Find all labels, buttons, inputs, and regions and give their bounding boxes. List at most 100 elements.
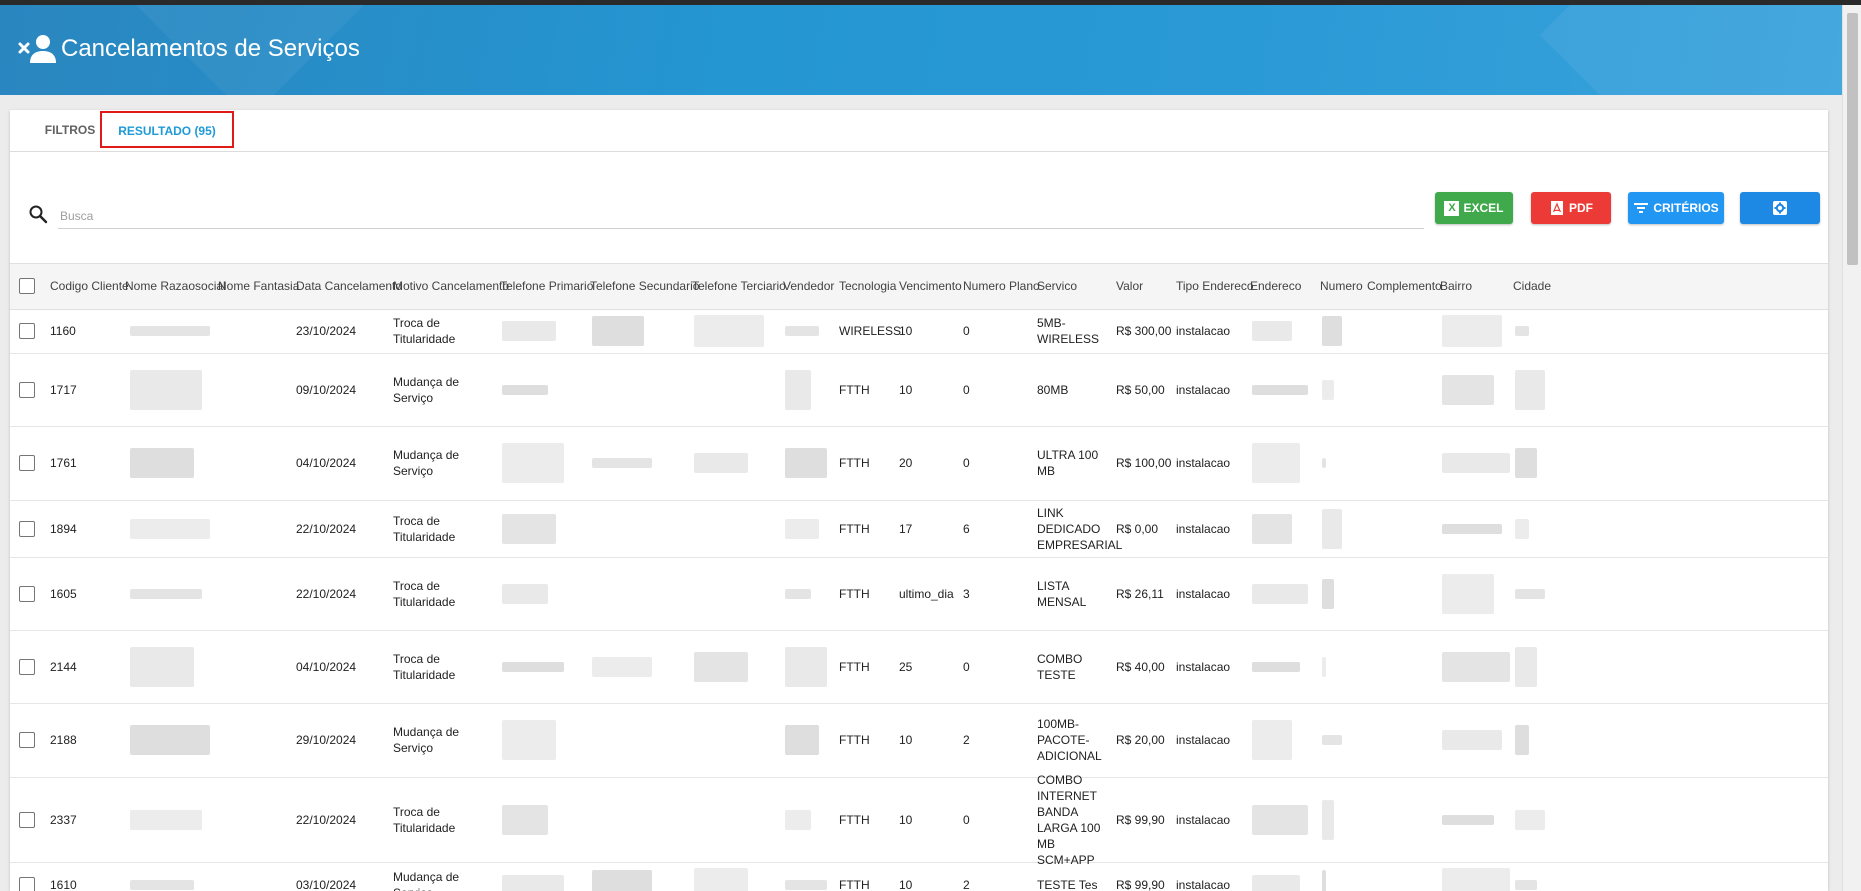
table-row[interactable]: 2337 22/10/2024 Troca de Titularidade FTTH 1… <box>10 772 1828 867</box>
redacted-cell <box>502 804 548 835</box>
cell-tipo: instalacao <box>1176 812 1231 827</box>
redacted-cell <box>785 725 819 755</box>
column-header[interactable]: Vendedor <box>783 264 834 309</box>
row-checkbox[interactable] <box>19 732 35 748</box>
cell-plano: 0 <box>963 659 970 674</box>
redacted-cell <box>1252 661 1300 672</box>
select-all-checkbox[interactable] <box>19 278 35 294</box>
table-header: Codigo Cliente Nome Razaosocial Nome Fanta… <box>10 263 1828 310</box>
row-checkbox[interactable] <box>19 381 35 398</box>
cell-tipo: instalacao <box>1176 382 1231 397</box>
redacted-cell <box>1252 384 1308 395</box>
page-scrollbar[interactable] <box>1842 5 1861 891</box>
column-settings-button[interactable] <box>1740 192 1820 224</box>
redacted-cell <box>1515 879 1537 890</box>
excel-button[interactable]: X EXCEL <box>1435 192 1513 224</box>
table-row[interactable]: 1761 04/10/2024 Mudança de Serviço FTTH 20 0 U… <box>10 426 1828 501</box>
redacted-cell <box>1442 453 1510 473</box>
column-header[interactable]: Complemento <box>1367 264 1442 309</box>
column-header[interactable]: Tecnologia <box>839 264 896 309</box>
cell-plano: 0 <box>963 324 970 338</box>
row-checkbox[interactable] <box>19 520 35 537</box>
column-header[interactable]: Motivo Cancelamento <box>393 264 509 309</box>
table-row[interactable]: 1605 22/10/2024 Troca de Titularidade FTTH u… <box>10 557 1828 631</box>
row-checkbox[interactable] <box>19 323 35 339</box>
column-header[interactable]: Numero Plano <box>963 264 1040 309</box>
redacted-cell <box>130 809 202 830</box>
results-card: FILTROS RESULTADO (95) X EXCEL PDF CRITÉ… <box>10 110 1828 891</box>
column-header[interactable]: Cidade <box>1513 264 1551 309</box>
cell-servico: COMBO TESTE <box>1037 651 1083 682</box>
column-header[interactable]: Endereco <box>1250 264 1301 309</box>
redacted-cell <box>1515 646 1537 687</box>
row-checkbox[interactable] <box>19 658 35 675</box>
row-checkbox[interactable] <box>19 585 35 602</box>
table-row[interactable]: 1160 23/10/2024 Troca de Titularidade WIREL… <box>10 309 1828 354</box>
column-header[interactable]: Nome Razaosocial <box>125 264 226 309</box>
table-row[interactable]: 1894 22/10/2024 Troca de Titularidade FTTH 1… <box>10 500 1828 558</box>
cell-codigo: 1894 <box>50 521 77 536</box>
table-row[interactable]: 1610 03/10/2024 Mudança de Serviço FTTH 10 2 T… <box>10 862 1828 891</box>
search-icon <box>29 205 48 224</box>
cell-motivo: Mudança de Serviço <box>393 448 460 478</box>
row-checkbox[interactable] <box>19 455 35 471</box>
redacted-cell <box>785 369 811 410</box>
redacted-cell <box>785 879 827 890</box>
cell-plano: 0 <box>963 812 970 827</box>
cell-motivo: Troca de Titularidade <box>393 804 456 835</box>
cell-tipo: instalacao <box>1176 659 1231 674</box>
cell-servico: 80MB <box>1037 382 1069 397</box>
column-header[interactable]: Valor <box>1116 264 1143 309</box>
cell-motivo: Troca de Titularidade <box>393 513 456 544</box>
cell-tipo: instalacao <box>1176 456 1231 470</box>
search-input[interactable] <box>58 204 1424 229</box>
column-header[interactable]: Servico <box>1037 264 1077 309</box>
scrollbar-thumb[interactable] <box>1847 13 1858 265</box>
redacted-cell <box>502 661 564 672</box>
criterios-button[interactable]: CRITÉRIOS <box>1628 192 1724 224</box>
table-row[interactable]: 2144 04/10/2024 Troca de Titularidade FTTH 2… <box>10 630 1828 704</box>
column-header[interactable]: Bairro <box>1440 264 1472 309</box>
redacted-cell <box>694 315 764 347</box>
cell-vencimento: 25 <box>899 659 913 674</box>
cell-servico: ULTRA 100 MB <box>1037 448 1099 478</box>
cell-servico: COMBO INTERNET BANDA LARGA 100 MB SCM+AP… <box>1037 772 1101 867</box>
redacted-cell <box>1442 374 1494 405</box>
redacted-cell <box>130 518 210 539</box>
redacted-cell <box>130 448 194 478</box>
cell-tecnologia: FTTH <box>839 812 870 827</box>
redacted-cell <box>502 443 564 483</box>
column-header[interactable]: Tipo Endereco <box>1176 264 1254 309</box>
column-header[interactable]: Numero <box>1320 264 1363 309</box>
criterios-button-label: CRITÉRIOS <box>1653 201 1719 215</box>
column-header[interactable]: Codigo Cliente <box>50 264 129 309</box>
column-header[interactable]: Data Cancelamento <box>296 264 402 309</box>
cell-valor: R$ 50,00 <box>1116 382 1165 397</box>
redacted-cell <box>1515 448 1537 478</box>
cell-vencimento: 17 <box>899 521 913 536</box>
column-header[interactable]: Telefone Terciario <box>692 264 786 309</box>
table-row[interactable]: 2188 29/10/2024 Mudança de Serviço FTTH 10 2 1… <box>10 703 1828 778</box>
redacted-cell <box>130 369 202 410</box>
tab-bar: FILTROS RESULTADO (95) <box>10 110 1828 152</box>
cell-plano: 6 <box>963 521 970 536</box>
tab-resultado[interactable]: RESULTADO (95) <box>100 111 234 148</box>
redacted-cell <box>130 879 194 890</box>
column-header[interactable]: Telefone Primario <box>500 264 593 309</box>
excel-button-label: EXCEL <box>1463 201 1504 215</box>
redacted-cell <box>592 869 652 891</box>
pdf-button[interactable]: PDF <box>1531 192 1611 224</box>
redacted-cell <box>1442 573 1494 614</box>
row-checkbox[interactable] <box>19 876 35 891</box>
column-header[interactable]: Telefone Secundario <box>590 264 699 309</box>
cell-tecnologia: FTTH <box>839 733 870 747</box>
redacted-cell <box>1322 578 1334 609</box>
cell-plano: 0 <box>963 456 970 470</box>
cell-valor: R$ 26,11 <box>1116 586 1164 601</box>
column-header[interactable]: Nome Fantasia <box>218 264 299 309</box>
table-row[interactable]: 1717 09/10/2024 Mudança de Serviço FTTH 10 0 8… <box>10 353 1828 427</box>
redacted-cell <box>130 725 210 755</box>
redacted-cell <box>1515 518 1529 539</box>
column-header[interactable]: Vencimento <box>899 264 962 309</box>
row-checkbox[interactable] <box>19 811 35 828</box>
